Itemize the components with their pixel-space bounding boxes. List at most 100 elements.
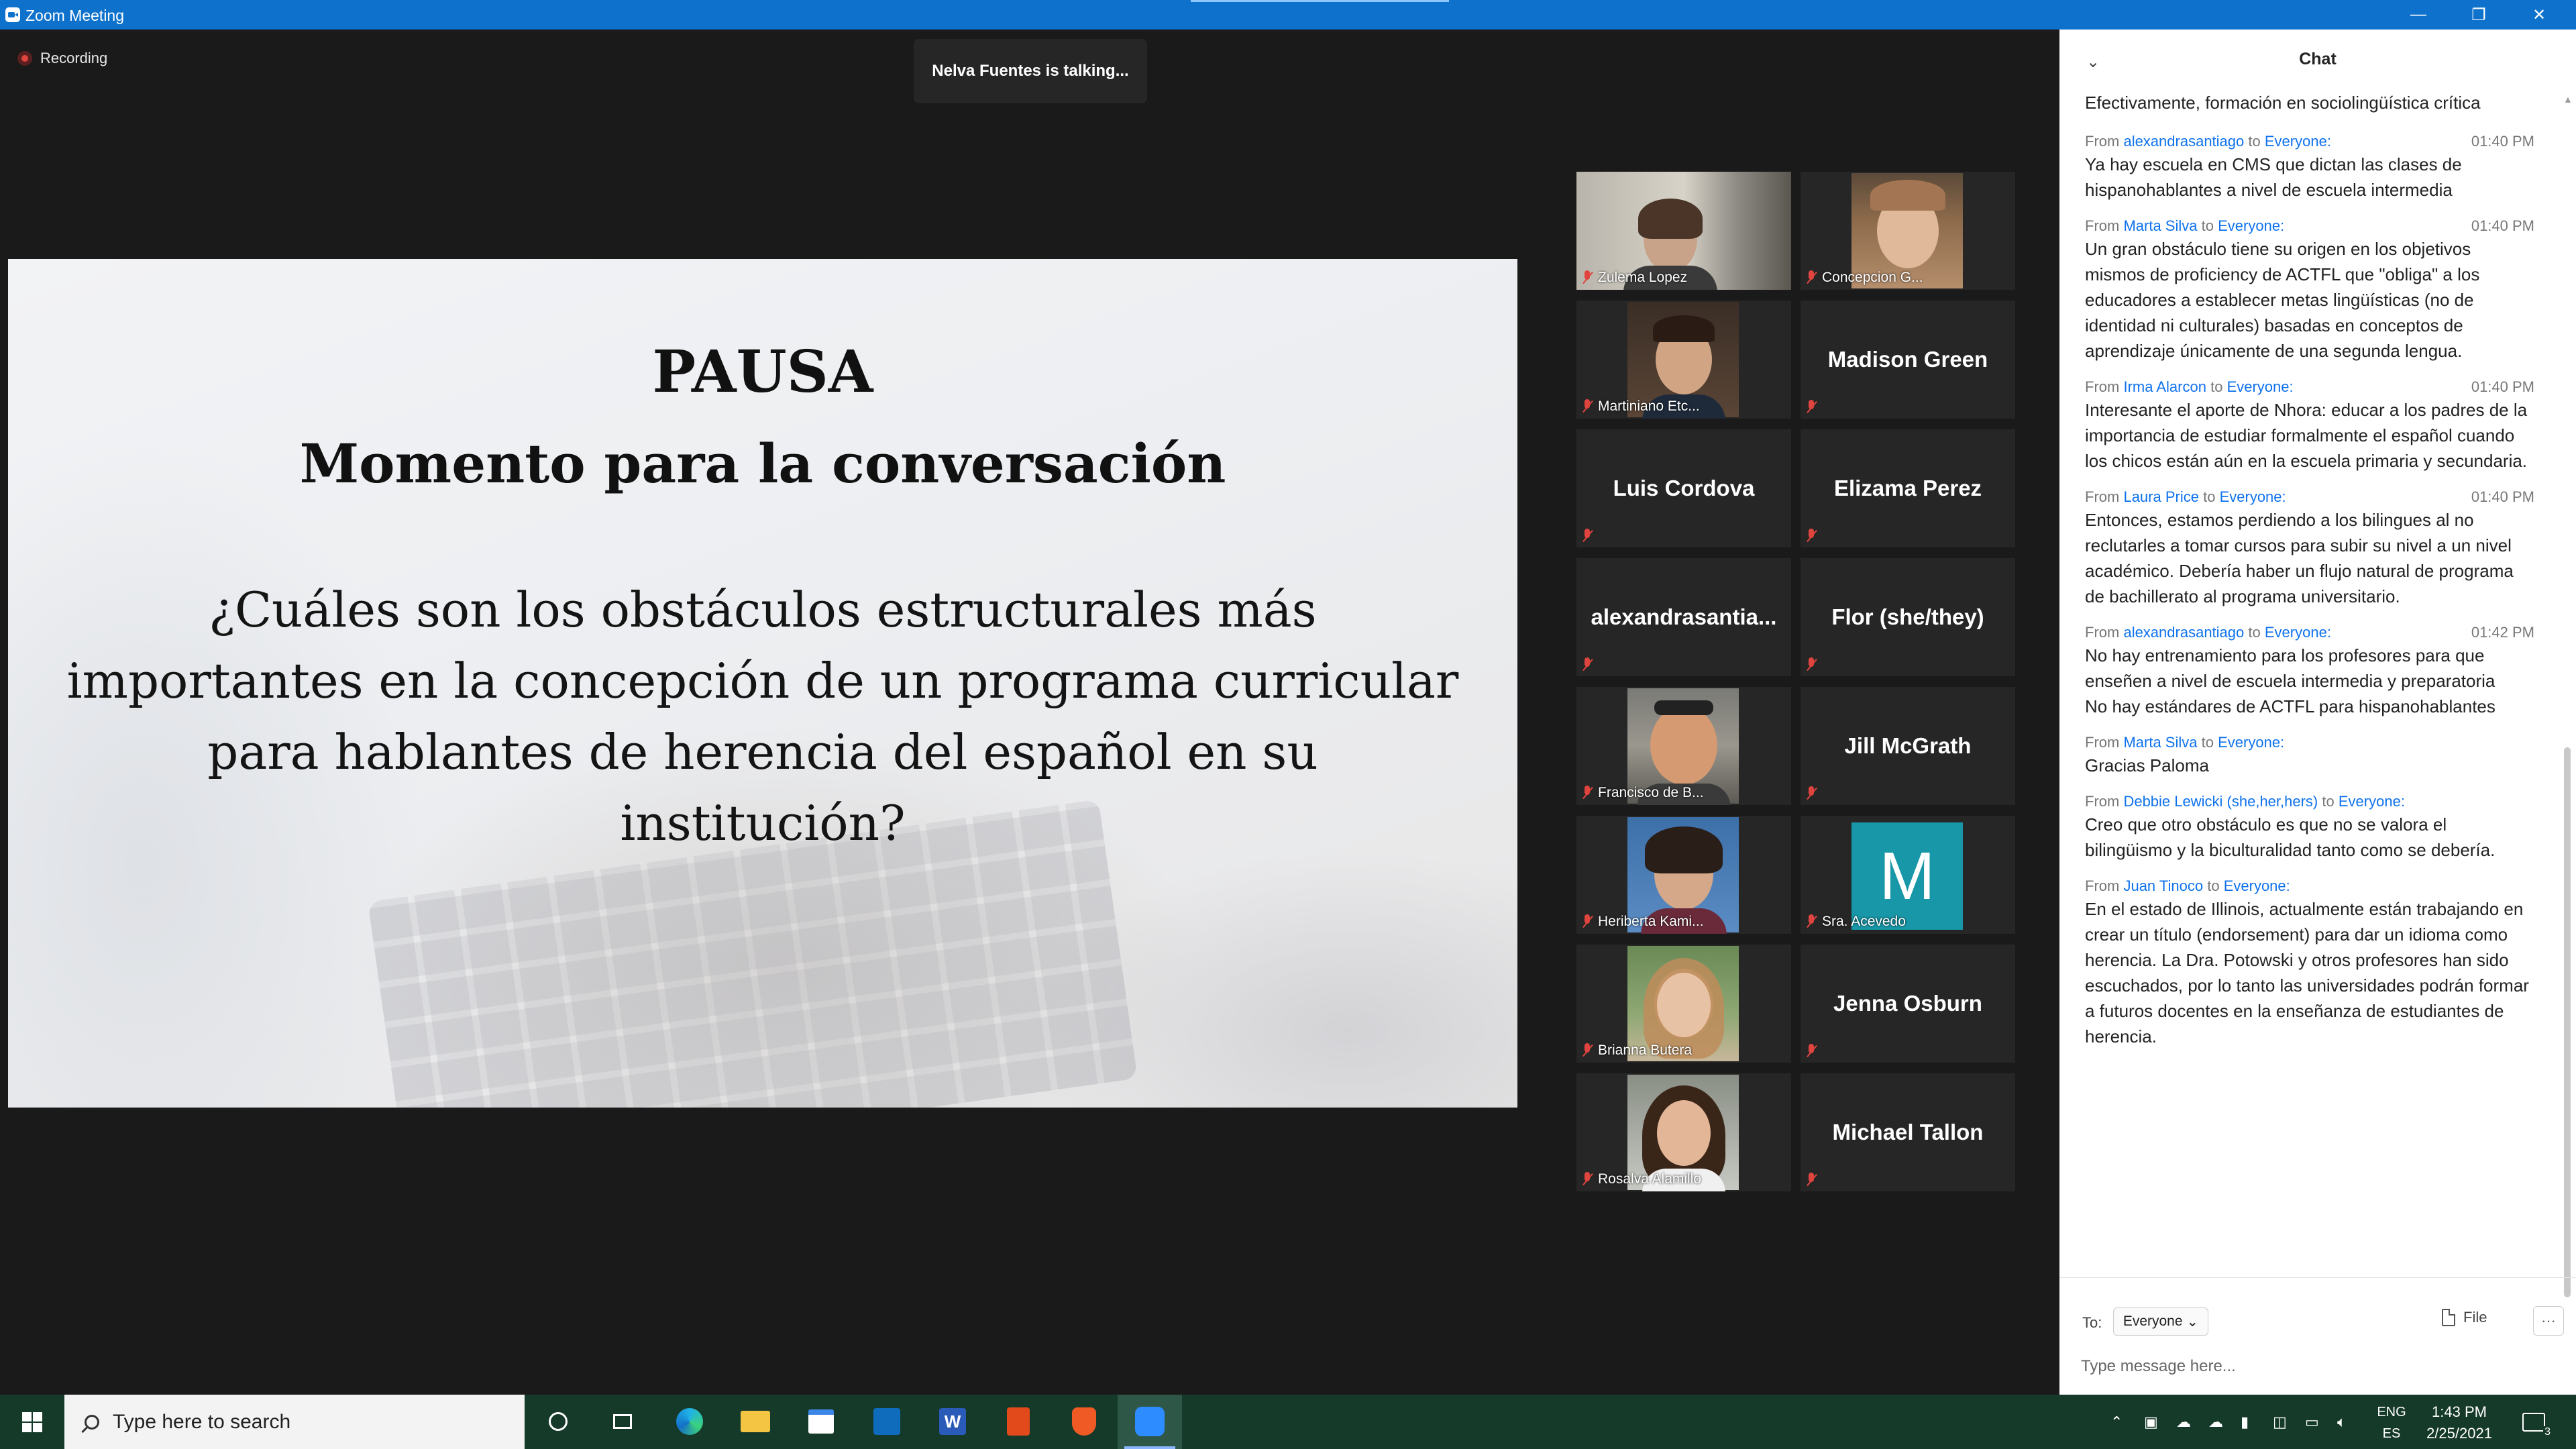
task-view-icon[interactable] xyxy=(605,1404,640,1439)
chat-message: From Marta Silva to Everyone: Gracias Pal… xyxy=(2085,733,2534,778)
message-time: 01:40 PM xyxy=(2471,488,2534,505)
sender-name[interactable]: Laura Price xyxy=(2123,488,2199,505)
cortana-icon[interactable] xyxy=(541,1404,576,1439)
notifications-icon[interactable]: 3 xyxy=(2522,1395,2552,1449)
chat-message-text: No hay entrenamiento para los profesores… xyxy=(2085,645,2496,716)
muted-mic-icon xyxy=(1806,657,1817,672)
taskbar-clock[interactable]: 1:43 PM 2/25/2021 xyxy=(2412,1401,2506,1444)
file-button[interactable]: File xyxy=(2442,1309,2487,1326)
to-word: to xyxy=(2201,734,2214,751)
sender-name[interactable]: Marta Silva xyxy=(2123,217,2197,234)
participant-name: Madison Green xyxy=(1827,347,1988,372)
participant-tile[interactable]: M Sra. Acevedo xyxy=(1801,816,2015,934)
window-title: Zoom Meeting xyxy=(25,7,125,24)
recipient-name[interactable]: Everyone: xyxy=(2265,133,2331,150)
outlook-icon[interactable] xyxy=(869,1404,904,1439)
recipient-name[interactable]: Everyone: xyxy=(2265,624,2331,641)
participant-tile[interactable]: Heriberta Kami... xyxy=(1576,816,1791,934)
chat-scrollbar[interactable] xyxy=(2564,747,2571,1297)
microphone-icon[interactable]: ▮ xyxy=(2241,1395,2249,1449)
show-hidden-icons-icon[interactable]: ⌃ xyxy=(2110,1395,2123,1449)
chat-message-header: From Irma Alarcon to Everyone: 01:40 PM xyxy=(2085,377,2534,397)
recipient-name[interactable]: Everyone: xyxy=(2220,488,2286,505)
edge-browser-icon[interactable] xyxy=(672,1404,707,1439)
volume-icon[interactable]: 🔈︎ xyxy=(2337,1395,2346,1449)
to-word: to xyxy=(2322,793,2334,810)
chat-message: From Juan Tinoco to Everyone: En el estad… xyxy=(2085,876,2534,1049)
muted-mic-icon xyxy=(1582,270,1593,285)
title-progress-indicator xyxy=(1191,0,1449,2)
recipient-name[interactable]: Everyone: xyxy=(2224,877,2290,894)
muted-mic-icon xyxy=(1582,399,1593,414)
participant-label: Concepcion G... xyxy=(1806,270,1923,286)
sender-name[interactable]: alexandrasantiago xyxy=(2123,133,2244,150)
microsoft-store-icon[interactable] xyxy=(804,1404,839,1439)
language-indicator[interactable]: ENG ES xyxy=(2375,1401,2408,1444)
start-button[interactable] xyxy=(0,1395,64,1449)
chat-message-header: From alexandrasantiago to Everyone: 01:40… xyxy=(2085,131,2534,152)
file-explorer-icon[interactable] xyxy=(738,1404,773,1439)
chat-message: From Irma Alarcon to Everyone: 01:40 PM In… xyxy=(2085,377,2534,474)
chat-message-header: From Marta Silva to Everyone: xyxy=(2085,733,2534,753)
participant-tile[interactable]: Martiniano Etc... xyxy=(1576,301,1791,419)
chat-message-input[interactable] xyxy=(2081,1352,2551,1381)
word-icon[interactable]: W xyxy=(935,1404,970,1439)
participant-tile[interactable]: alexandrasantia... xyxy=(1576,558,1791,676)
participant-tile[interactable]: Francisco de B... xyxy=(1576,687,1791,805)
brave-browser-icon[interactable] xyxy=(1067,1404,1102,1439)
close-button[interactable]: ✕ xyxy=(2509,0,2569,30)
restore-button[interactable]: ❐ xyxy=(2449,0,2509,30)
participant-tile[interactable]: Zulema Lopez xyxy=(1576,172,1791,290)
chat-compose-area: To: Everyone ⌄ File ··· xyxy=(2059,1277,2576,1395)
participant-tile[interactable]: Jenna Osburn xyxy=(1801,945,2015,1063)
meet-now-icon[interactable]: ▣ xyxy=(2144,1395,2158,1449)
chat-message-text: Entonces, estamos perdiendo a los biling… xyxy=(2085,510,2514,606)
more-options-button[interactable]: ··· xyxy=(2533,1306,2564,1336)
recipient-name[interactable]: Everyone: xyxy=(2218,734,2284,751)
taskbar-search-input[interactable] xyxy=(113,1410,448,1434)
sender-name[interactable]: Marta Silva xyxy=(2123,734,2197,751)
zoom-taskbar-button[interactable] xyxy=(1118,1395,1182,1449)
chat-message-header: From alexandrasantiago to Everyone: 01:42… xyxy=(2085,623,2534,643)
participant-tile[interactable]: Madison Green xyxy=(1801,301,2015,419)
sender-name[interactable]: Juan Tinoco xyxy=(2123,877,2203,894)
muted-mic-icon xyxy=(1806,1173,1817,1187)
participant-tile[interactable]: Flor (she/they) xyxy=(1801,558,2015,676)
muted-mic-icon xyxy=(1582,786,1593,800)
chat-message-header: From Juan Tinoco to Everyone: xyxy=(2085,876,2534,896)
onedrive-icon[interactable]: ☁ xyxy=(2176,1395,2191,1449)
recording-indicator[interactable]: Recording xyxy=(17,50,107,67)
sender-name[interactable]: Irma Alarcon xyxy=(2123,378,2206,395)
participant-name: Michael Tallon xyxy=(1832,1120,1984,1144)
title-bar: Zoom Meeting — ❐ ✕ xyxy=(0,0,2576,30)
chat-message-text: Un gran obstáculo tiene su origen en los… xyxy=(2085,239,2480,361)
security-icon[interactable]: ◫ xyxy=(2273,1395,2287,1449)
scroll-up-arrow-icon[interactable]: ▲ xyxy=(2563,94,2573,105)
cloud-icon[interactable]: ☁ xyxy=(2208,1395,2223,1449)
participant-tile[interactable]: Jill McGrath xyxy=(1801,687,2015,805)
chat-message-list[interactable]: Efectivamente, formación en sociolingüís… xyxy=(2085,90,2534,1297)
taskbar-search[interactable] xyxy=(64,1395,525,1449)
recipient-select[interactable]: Everyone ⌄ xyxy=(2113,1307,2208,1336)
from-label: From xyxy=(2085,877,2120,894)
participant-tile[interactable]: Luis Cordova xyxy=(1576,429,1791,547)
sender-name[interactable]: alexandrasantiago xyxy=(2123,624,2244,641)
recipient-name[interactable]: Everyone: xyxy=(2227,378,2294,395)
network-icon[interactable]: ▭ xyxy=(2305,1395,2319,1449)
sender-name[interactable]: Debbie Lewicki (she,her,hers) xyxy=(2123,793,2318,810)
participant-label xyxy=(1806,400,1817,415)
office-icon[interactable] xyxy=(1001,1404,1036,1439)
participant-tile[interactable]: Brianna Butera xyxy=(1576,945,1791,1063)
to-word: to xyxy=(2203,488,2216,505)
chat-message-text: Gracias Paloma xyxy=(2085,755,2209,775)
minimize-button[interactable]: — xyxy=(2388,0,2449,30)
recipient-name[interactable]: Everyone: xyxy=(2218,217,2284,234)
muted-mic-icon xyxy=(1806,786,1817,801)
recipient-name[interactable]: Everyone: xyxy=(2339,793,2405,810)
participant-tile[interactable]: Michael Tallon xyxy=(1801,1073,2015,1191)
participant-tile[interactable]: Concepcion G... xyxy=(1801,172,2015,290)
notification-count: 3 xyxy=(2543,1426,2552,1438)
message-time: 01:40 PM xyxy=(2471,217,2534,234)
participant-tile[interactable]: Elizama Perez xyxy=(1801,429,2015,547)
participant-tile[interactable]: Rosalva Alamillo xyxy=(1576,1073,1791,1191)
